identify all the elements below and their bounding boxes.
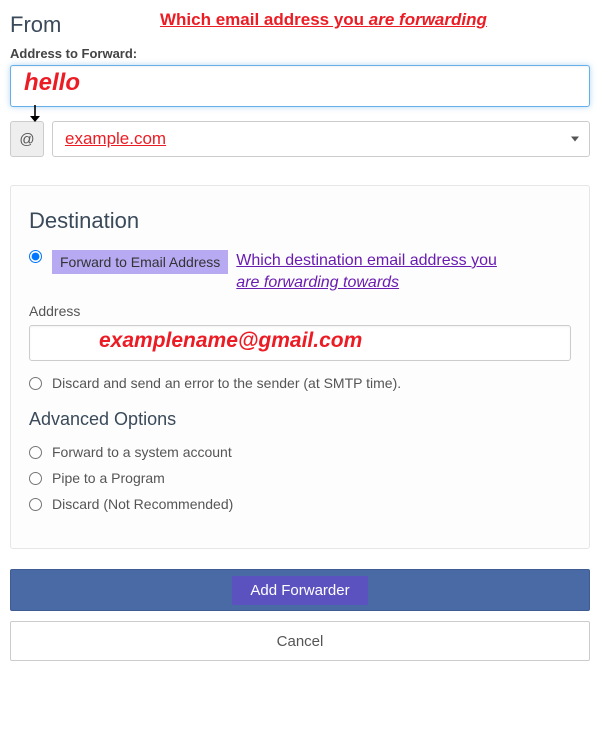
radio-discard-error-label: Discard and send an error to the sender …: [52, 375, 401, 391]
at-symbol-badge: @: [10, 121, 44, 157]
radio-system-account[interactable]: [29, 446, 42, 459]
chevron-down-icon: [571, 137, 579, 142]
radio-discard-label: Discard (Not Recommended): [52, 496, 233, 512]
domain-select[interactable]: example.com: [52, 121, 590, 157]
radio-pipe-program-label: Pipe to a Program: [52, 470, 165, 486]
radio-forward-to-email-label: Forward to Email Address: [52, 250, 228, 274]
address-label: Address: [29, 303, 571, 319]
arrow-down-icon: [28, 105, 42, 123]
address-to-forward-label: Address to Forward:: [10, 46, 590, 61]
destination-address-input[interactable]: [29, 325, 571, 361]
destination-heading: Destination: [29, 208, 571, 234]
domain-selected-value: example.com: [65, 129, 166, 149]
annotation-destination: Which destination email address you are …: [236, 250, 497, 293]
add-forwarder-button[interactable]: Add Forwarder: [10, 569, 590, 611]
radio-discard-error[interactable]: [29, 377, 42, 390]
radio-discard[interactable]: [29, 498, 42, 511]
cancel-button[interactable]: Cancel: [10, 621, 590, 661]
destination-panel: Destination Forward to Email Address Whi…: [10, 185, 590, 549]
address-to-forward-input[interactable]: [10, 65, 590, 107]
add-forwarder-button-label: Add Forwarder: [232, 576, 367, 605]
annotation-from: Which email address you are forwarding: [160, 10, 487, 30]
radio-pipe-program[interactable]: [29, 472, 42, 485]
advanced-options-heading: Advanced Options: [29, 409, 571, 430]
radio-system-account-label: Forward to a system account: [52, 444, 232, 460]
radio-forward-to-email[interactable]: [29, 250, 42, 263]
